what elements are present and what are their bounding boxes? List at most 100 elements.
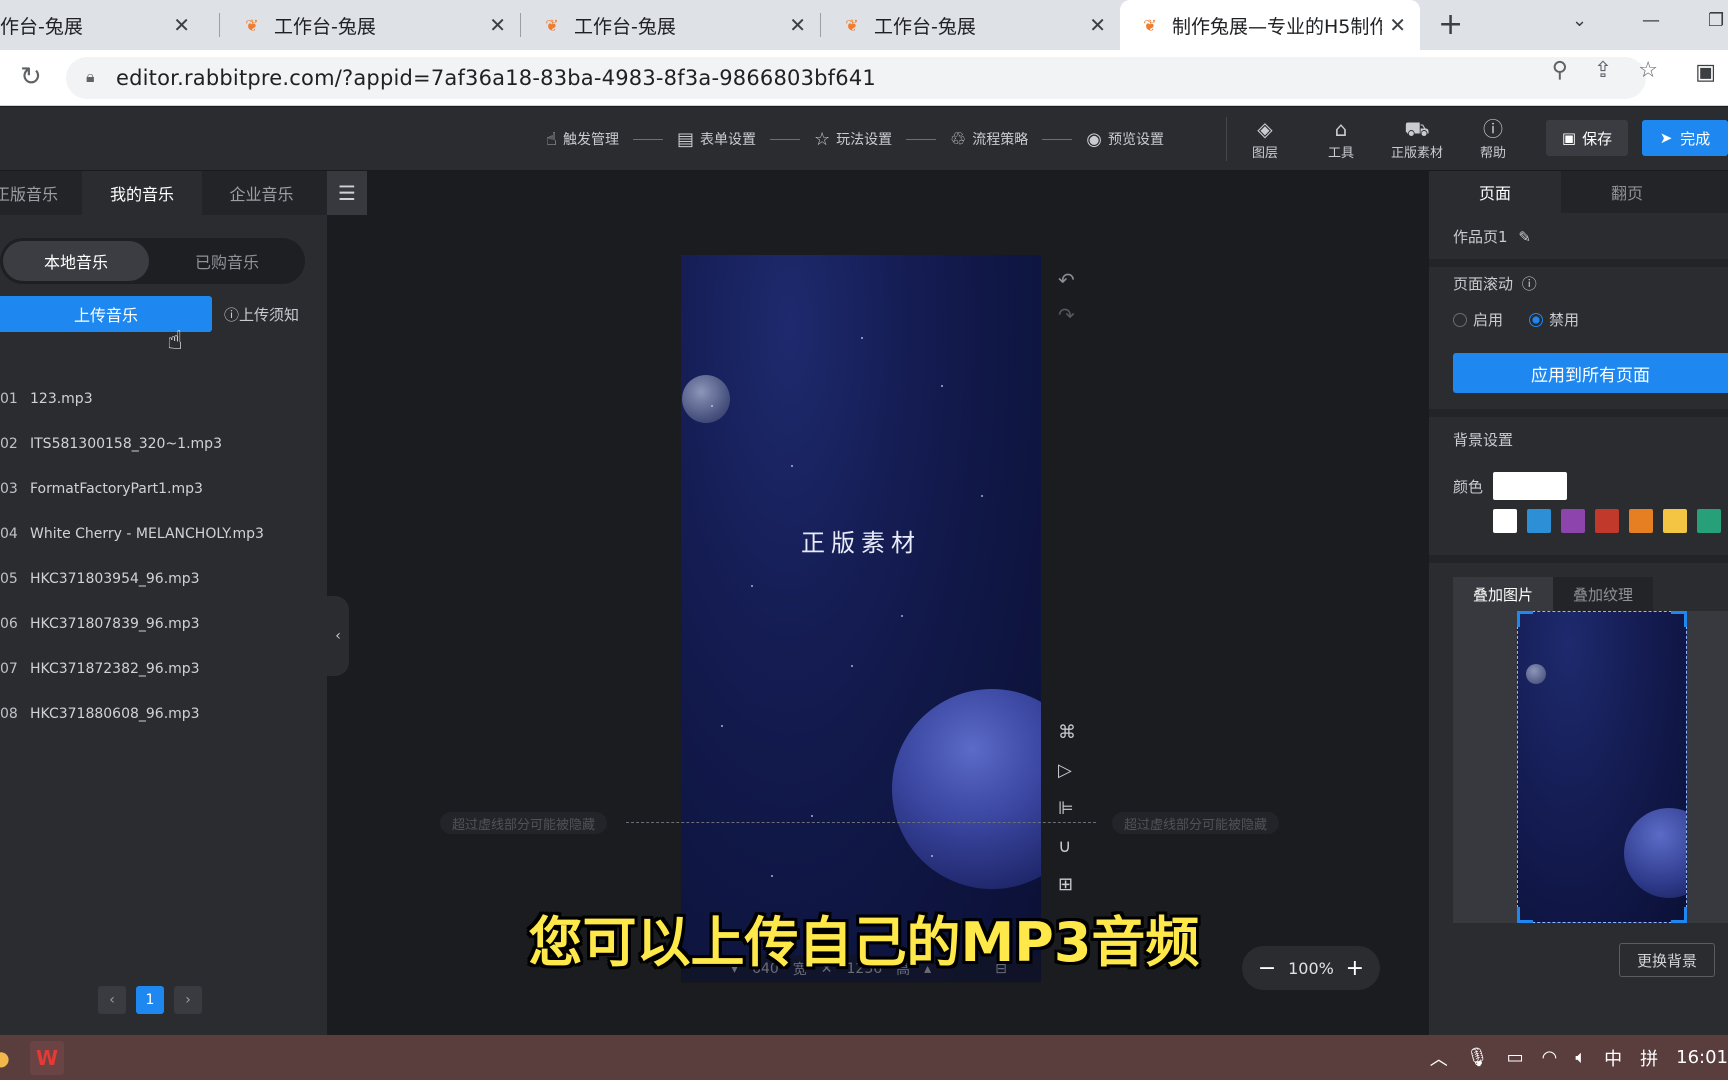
crop-corner[interactable] [1517, 611, 1533, 627]
toolbox-icon: ⌂ [1334, 116, 1348, 141]
swatch-red[interactable] [1595, 509, 1619, 533]
close-icon[interactable]: ✕ [173, 13, 190, 37]
upload-notice-link[interactable]: ⓘ上传须知 [224, 304, 299, 325]
tab-licensed-music[interactable]: 正版音乐 [0, 171, 82, 215]
ime-language[interactable]: 中 [1604, 1045, 1622, 1071]
radio-enable[interactable]: 启用 [1453, 309, 1503, 330]
step-trigger[interactable]: ☝︎ 触发管理 [546, 129, 619, 150]
browser-tab[interactable]: ❦ 工作台-兔展 ✕ [820, 0, 1120, 50]
close-icon[interactable]: ✕ [789, 13, 806, 37]
help-icon[interactable]: ⓘ [1522, 275, 1537, 293]
share-icon[interactable]: ⇪ [1594, 58, 1612, 83]
restore-icon[interactable]: ❐ [1708, 10, 1724, 31]
chevron-up-icon[interactable]: ︿ [1430, 1045, 1448, 1071]
tab-page-flip[interactable]: 翻页 [1561, 171, 1693, 213]
list-item[interactable]: 02 ITS581300158_320~1.mp3 [0, 421, 327, 466]
swatch-yellow[interactable] [1663, 509, 1687, 533]
background-thumbnail[interactable] [1517, 611, 1687, 923]
list-item[interactable]: 03 FormatFactoryPart1.mp3 [0, 466, 327, 511]
radio-label: 启用 [1473, 311, 1504, 329]
redo-icon[interactable]: ↷ [1058, 303, 1075, 327]
ime-mode[interactable]: 拼 [1640, 1045, 1658, 1071]
crop-corner[interactable] [1671, 611, 1687, 627]
speaker-icon[interactable]: 🔈︎ [1575, 1047, 1586, 1068]
tools-button[interactable]: ⌂ 工具 [1306, 107, 1376, 171]
save-button[interactable]: ▣ 保存 [1546, 120, 1628, 156]
list-item[interactable]: 05 HKC371803954_96.mp3 [0, 556, 327, 601]
command-icon[interactable]: ⌘ [1058, 722, 1076, 743]
step-gameplay[interactable]: ☆ 玩法设置 [814, 129, 892, 150]
tab-page[interactable]: 页面 [1429, 171, 1561, 213]
step-flow[interactable]: ♲ 流程策略 [950, 129, 1028, 150]
swatch-orange[interactable] [1629, 509, 1653, 533]
color-picker[interactable] [1493, 472, 1567, 500]
next-page-button[interactable]: › [174, 986, 202, 1014]
done-button[interactable]: ➤ 完成 [1642, 120, 1728, 156]
swatch-blue[interactable] [1527, 509, 1551, 533]
edit-pencil-icon[interactable]: ✎ [1518, 228, 1531, 246]
undo-icon[interactable]: ↶ [1058, 268, 1075, 292]
system-tray: ︿ 🎙︎ ▭ ◠ 🔈︎ 中 拼 16:01 [1430, 1035, 1728, 1080]
reload-icon[interactable]: ↻ [20, 62, 42, 92]
app-icon[interactable]: ● [0, 1041, 18, 1075]
eye-icon: ◉ [1086, 128, 1102, 150]
wps-office-icon[interactable]: W [30, 1041, 64, 1075]
help-button[interactable]: ⓘ 帮助 [1458, 107, 1528, 171]
browser-tab-active[interactable]: ❦ 制作兔展—专业的H5制作 ✕ [1120, 0, 1420, 50]
step-connector [1042, 138, 1073, 140]
apply-all-pages-button[interactable]: 应用到所有页面 [1453, 353, 1728, 393]
zoom-icon[interactable]: ⚲ [1552, 58, 1568, 83]
list-item[interactable]: 04 White Cherry - MELANCHOLY.mp3 [0, 511, 327, 556]
radio-disable[interactable]: 禁用 [1529, 309, 1579, 330]
step-preview[interactable]: ◉ 预览设置 [1086, 129, 1164, 150]
page-heading[interactable]: 正版素材 [681, 523, 1041, 558]
magnet-icon[interactable]: ∪ [1058, 836, 1071, 857]
page-number-button[interactable]: 1 [136, 986, 164, 1014]
battery-icon[interactable]: ▭ [1507, 1047, 1524, 1068]
url-text[interactable]: editor.rabbitpre.com/?appid=7af36a18-83b… [116, 66, 876, 90]
divider [1226, 117, 1227, 161]
tab-overlay-texture[interactable]: 叠加纹理 [1553, 577, 1653, 611]
close-icon[interactable]: ✕ [1089, 13, 1106, 37]
collapse-panel-icon[interactable]: ‹ [327, 596, 349, 676]
stock-assets-button[interactable]: ⛟ 正版素材 [1382, 107, 1452, 171]
grid-icon[interactable]: ⊞ [1058, 874, 1073, 895]
omnibox[interactable]: 🔒︎ editor.rabbitpre.com/?appid=7af36a18-… [66, 57, 1646, 99]
list-item[interactable]: 06 HKC371807839_96.mp3 [0, 601, 327, 646]
list-item[interactable]: 01 123.mp3 [0, 376, 327, 421]
wifi-icon[interactable]: ◠ [1542, 1047, 1558, 1068]
song-name: HKC371872382_96.mp3 [30, 660, 200, 677]
step-form[interactable]: ▤ 表单设置 [677, 129, 756, 150]
prev-page-button[interactable]: ‹ [98, 986, 126, 1014]
swatch-purple[interactable] [1561, 509, 1585, 533]
microphone-icon[interactable]: 🎙︎ [1466, 1047, 1489, 1068]
tab-overlay-image[interactable]: 叠加图片 [1453, 577, 1553, 611]
list-item[interactable]: 07 HKC371872382_96.mp3 [0, 646, 327, 691]
segment-local-music[interactable]: 本地音乐 [3, 241, 149, 281]
omnibox-actions: ⚲ ⇪ ☆ [1552, 58, 1658, 83]
swatch-white[interactable] [1493, 509, 1517, 533]
tab-enterprise-music[interactable]: 企业音乐 [202, 171, 321, 215]
close-icon[interactable]: ✕ [1389, 13, 1406, 37]
tab-my-music[interactable]: 我的音乐 [82, 171, 202, 215]
side-panel-icon[interactable]: ▣ [1695, 60, 1716, 85]
browser-tab[interactable]: ❦ 工作台-兔展 ✕ [220, 0, 520, 50]
list-item[interactable]: 08 HKC371880608_96.mp3 [0, 691, 327, 736]
divider [1429, 259, 1728, 267]
new-tab-icon[interactable]: + [1438, 8, 1463, 42]
play-icon[interactable]: ▷ [1058, 760, 1072, 781]
tab-search-icon[interactable]: ⌄ [1572, 10, 1587, 31]
close-icon[interactable]: ✕ [489, 13, 506, 37]
bookmark-star-icon[interactable]: ☆ [1638, 58, 1658, 83]
browser-tab[interactable]: ❦ 工作台-兔展 ✕ [520, 0, 820, 50]
radio-circle [1453, 312, 1467, 327]
swatch-green[interactable] [1697, 509, 1721, 533]
segment-purchased-music[interactable]: 已购音乐 [154, 241, 300, 281]
format-painter-icon[interactable]: ⊫ [1058, 798, 1074, 819]
hamburger-menu-icon[interactable]: ☰ [327, 171, 367, 215]
page-preview[interactable]: 正版素材 [681, 255, 1041, 982]
minimize-icon[interactable]: — [1642, 10, 1660, 31]
clock[interactable]: 16:01 [1676, 1047, 1728, 1068]
browser-tab[interactable]: 作台-兔展 ✕ [0, 0, 204, 50]
layers-button[interactable]: ◈ 图层 [1230, 107, 1300, 171]
